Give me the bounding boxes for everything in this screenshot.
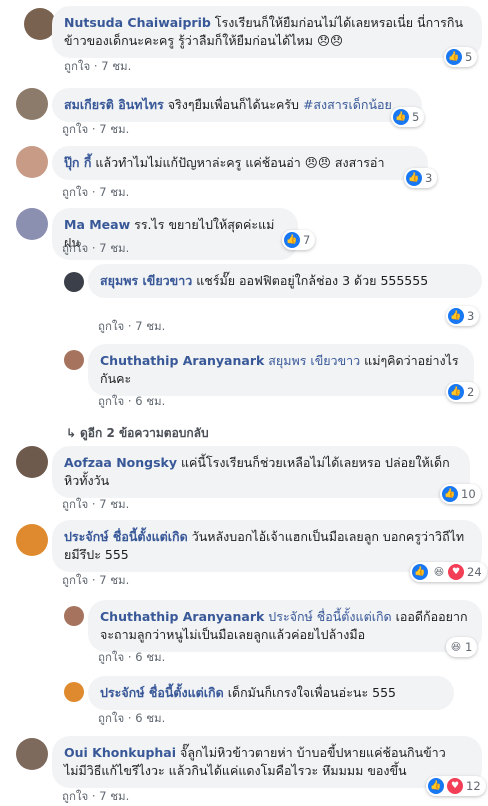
comment-bubble: Chuthathip Aranyanark สยุมพร เขียวขาว แม…: [88, 344, 474, 396]
like-icon: 👍: [448, 308, 464, 324]
comment-bubble: Nutsuda Chaiwaiprib โรงเรียนก็ให้ยืมก่อน…: [52, 6, 482, 58]
reaction-count[interactable]: 😆 1: [446, 637, 478, 657]
comment-actions: ถูกใจ · 7 ชม.: [62, 497, 130, 511]
reaction-count[interactable]: 👍 5: [391, 107, 425, 127]
timestamp[interactable]: 6 ชม.: [135, 650, 165, 664]
like-button[interactable]: ถูกใจ: [98, 650, 124, 664]
reply-arrow-icon: ↳: [66, 426, 77, 440]
comment-actions: ถูกใจ · 7 ชม.: [98, 319, 166, 333]
comment-bubble: สยุมพร เขียวขาว แชร์มั๊ย ออฟฟิตอยู่ใกล้ช…: [88, 264, 482, 298]
like-icon: 👍: [284, 232, 300, 248]
avatar[interactable]: [16, 738, 48, 770]
like-icon: 👍: [442, 486, 458, 502]
comment-text: เด็กมันก็เกรงใจเพื่อนอ่ะนะ 555: [223, 685, 396, 700]
avatar[interactable]: [64, 682, 84, 702]
timestamp[interactable]: 7 ชม.: [135, 319, 165, 333]
avatar[interactable]: [64, 350, 84, 370]
commenter-name[interactable]: Aofzaa Nongsky: [64, 455, 177, 470]
mention-link[interactable]: สยุมพร เขียวขาว: [268, 353, 360, 368]
comment-text: จริงๆยืมเพื่อนก็ได้นะครับ: [163, 97, 303, 112]
comment-bubble: Aofzaa Nongsky แค่นี้โรงเรียนก็ช่วยเหลือ…: [52, 446, 470, 498]
avatar[interactable]: [16, 146, 48, 178]
like-button[interactable]: ถูกใจ: [62, 573, 88, 587]
avatar[interactable]: [64, 606, 84, 626]
avatar[interactable]: [64, 272, 84, 292]
avatar[interactable]: [16, 88, 48, 120]
comment-actions: ถูกใจ · 7 ชม.: [62, 122, 130, 136]
like-button[interactable]: ถูกใจ: [64, 59, 90, 73]
like-button[interactable]: ถูกใจ: [62, 185, 88, 199]
avatar[interactable]: [16, 446, 48, 478]
timestamp[interactable]: 7 ชม.: [99, 789, 129, 803]
timestamp[interactable]: 7 ชม.: [99, 497, 129, 511]
commenter-name[interactable]: สมเกียรติ อินทไทร: [64, 97, 164, 112]
avatar[interactable]: [16, 524, 48, 556]
timestamp[interactable]: 6 ชม.: [135, 394, 165, 408]
haha-icon: 😆: [450, 641, 462, 653]
reaction-count[interactable]: 👍 10: [440, 484, 481, 504]
comment-actions: ถูกใจ · 7 ชม.: [62, 241, 130, 255]
commenter-name[interactable]: Ma Meaw: [64, 217, 130, 232]
mention-link[interactable]: ประจักษ์ ชื่อนี้ตั้งแต่เกิด: [268, 609, 391, 624]
reaction-count[interactable]: 👍 2: [446, 382, 480, 402]
comment-bubble: Oui Khonkuphai จั๊ลูกไม่หิวข้าวตายห่า บ้…: [52, 736, 482, 788]
timestamp[interactable]: 7 ชม.: [101, 59, 131, 73]
like-button[interactable]: ถูกใจ: [62, 241, 88, 255]
like-button[interactable]: ถูกใจ: [62, 497, 88, 511]
reaction-count[interactable]: 👍 ♥ 12: [426, 776, 486, 796]
timestamp[interactable]: 7 ชม.: [99, 185, 129, 199]
like-icon: 👍: [428, 778, 444, 794]
hashtag-link[interactable]: #สงสารเด็กน้อย: [303, 97, 392, 112]
commenter-name[interactable]: ประจักษ์ ชื่อนี้ตั้งแต่เกิด: [64, 529, 188, 544]
commenter-name[interactable]: ประจักษ์ ชื่อนี้ตั้งแต่เกิด: [100, 685, 224, 700]
like-button[interactable]: ถูกใจ: [98, 319, 124, 333]
comment-actions: ถูกใจ · 7 ชม.: [62, 185, 130, 199]
reaction-count[interactable]: 👍 7: [282, 230, 316, 250]
timestamp[interactable]: 7 ชม.: [99, 241, 129, 255]
like-icon: 👍: [412, 564, 428, 580]
comment-actions: ถูกใจ · 7 ชม.: [62, 789, 130, 803]
reaction-count[interactable]: 👍 😆 ♥ 24: [410, 562, 487, 582]
comment-actions: ถูกใจ · 6 ชม.: [98, 711, 166, 725]
comment-actions: ถูกใจ · 6 ชม.: [98, 394, 166, 408]
heart-icon: ♥: [447, 778, 463, 794]
comment-text: แล้วทำไมไม่แก้ปัญหาล่ะครู แค่ช้อนอ่า 😠😠 …: [91, 155, 385, 170]
haha-icon: 😆: [433, 566, 445, 578]
comment-actions: ถูกใจ · 7 ชม.: [64, 59, 132, 73]
like-button[interactable]: ถูกใจ: [62, 122, 88, 136]
like-icon: 👍: [446, 49, 462, 65]
comment-actions: ถูกใจ · 7 ชม.: [62, 573, 130, 587]
avatar[interactable]: [16, 208, 48, 240]
view-more-replies-link[interactable]: ↳ ดูอีก 2 ข้อความตอบกลับ: [66, 424, 209, 443]
comment-bubble: Chuthathip Aranyanark ประจักษ์ ชื่อนี้ตั…: [88, 600, 482, 652]
comment-bubble: ประจักษ์ ชื่อนี้ตั้งแต่เกิด เด็กมันก็เกร…: [88, 676, 454, 710]
reaction-count[interactable]: 👍 5: [444, 47, 478, 67]
reaction-count[interactable]: 👍 3: [404, 168, 438, 188]
comment-actions: ถูกใจ · 6 ชม.: [98, 650, 166, 664]
commenter-name[interactable]: ปุ๊ก กี้: [64, 155, 91, 170]
like-button[interactable]: ถูกใจ: [98, 394, 124, 408]
reaction-count[interactable]: 👍 3: [446, 306, 480, 326]
comment-bubble: สมเกียรติ อินทไทร จริงๆยืมเพื่อนก็ได้นะค…: [52, 88, 422, 122]
commenter-name[interactable]: Oui Khonkuphai: [64, 745, 176, 760]
like-button[interactable]: ถูกใจ: [62, 789, 88, 803]
heart-icon: ♥: [448, 564, 464, 580]
like-icon: 👍: [393, 109, 409, 125]
like-button[interactable]: ถูกใจ: [98, 711, 124, 725]
commenter-name[interactable]: Chuthathip Aranyanark: [100, 353, 264, 368]
commenter-name[interactable]: Chuthathip Aranyanark: [100, 609, 264, 624]
timestamp[interactable]: 7 ชม.: [99, 122, 129, 136]
commenter-name[interactable]: Nutsuda Chaiwaiprib: [64, 15, 211, 30]
like-icon: 👍: [448, 384, 464, 400]
timestamp[interactable]: 6 ชม.: [135, 711, 165, 725]
commenter-name[interactable]: สยุมพร เขียวขาว: [100, 273, 192, 288]
timestamp[interactable]: 7 ชม.: [99, 573, 129, 587]
like-icon: 👍: [406, 170, 422, 186]
comment-bubble: ปุ๊ก กี้ แล้วทำไมไม่แก้ปัญหาล่ะครู แค่ช้…: [52, 146, 428, 180]
comment-text: แชร์มั๊ย ออฟฟิตอยู่ใกล้ช่อง 3 ด้วย 55555…: [192, 273, 429, 288]
